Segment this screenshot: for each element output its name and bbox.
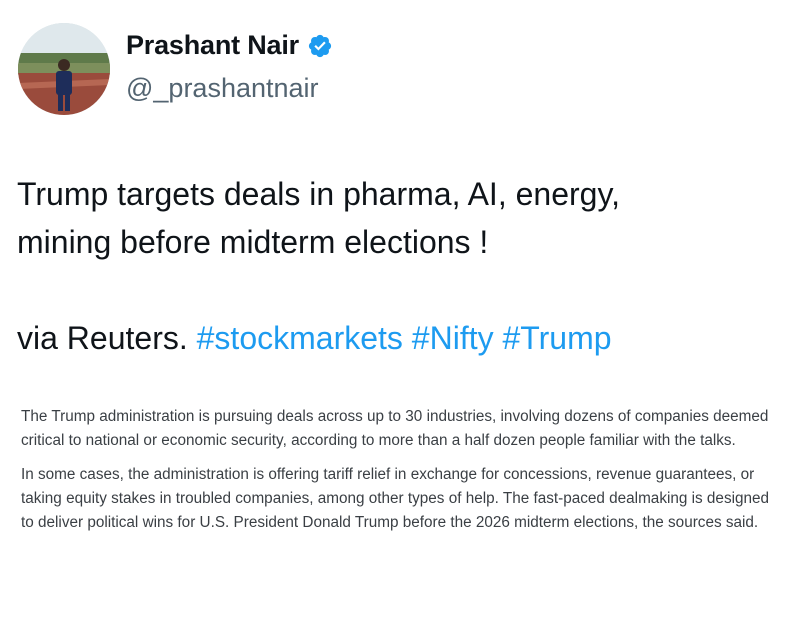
author-handle[interactable]: @_prashantnair [126,73,319,104]
hashtag-stockmarkets[interactable]: #stockmarkets [197,320,403,356]
tweet-text: Trump targets deals in pharma, AI, energ… [17,170,787,362]
author-avatar[interactable] [18,23,110,115]
hashtag-trump[interactable]: #Trump [502,320,611,356]
article-excerpt-image[interactable]: The Trump administration is pursuing dea… [21,405,786,545]
via-text: via Reuters. [17,320,188,356]
article-paragraph: The Trump administration is pursuing dea… [21,408,769,449]
tweet-line-2: mining before midterm elections ! [17,224,489,260]
author-display-name[interactable]: Prashant Nair [126,30,299,61]
author-name-row: Prashant Nair [126,30,333,61]
avatar-photo [18,23,110,115]
tweet-source-line: via Reuters. #stockmarkets #Nifty #Trump [17,314,787,362]
tweet-line-1: Trump targets deals in pharma, AI, energ… [17,176,620,212]
article-paragraph: In some cases, the administration is off… [21,466,770,531]
hashtag-nifty[interactable]: #Nifty [412,320,494,356]
verified-badge-icon [307,33,333,59]
